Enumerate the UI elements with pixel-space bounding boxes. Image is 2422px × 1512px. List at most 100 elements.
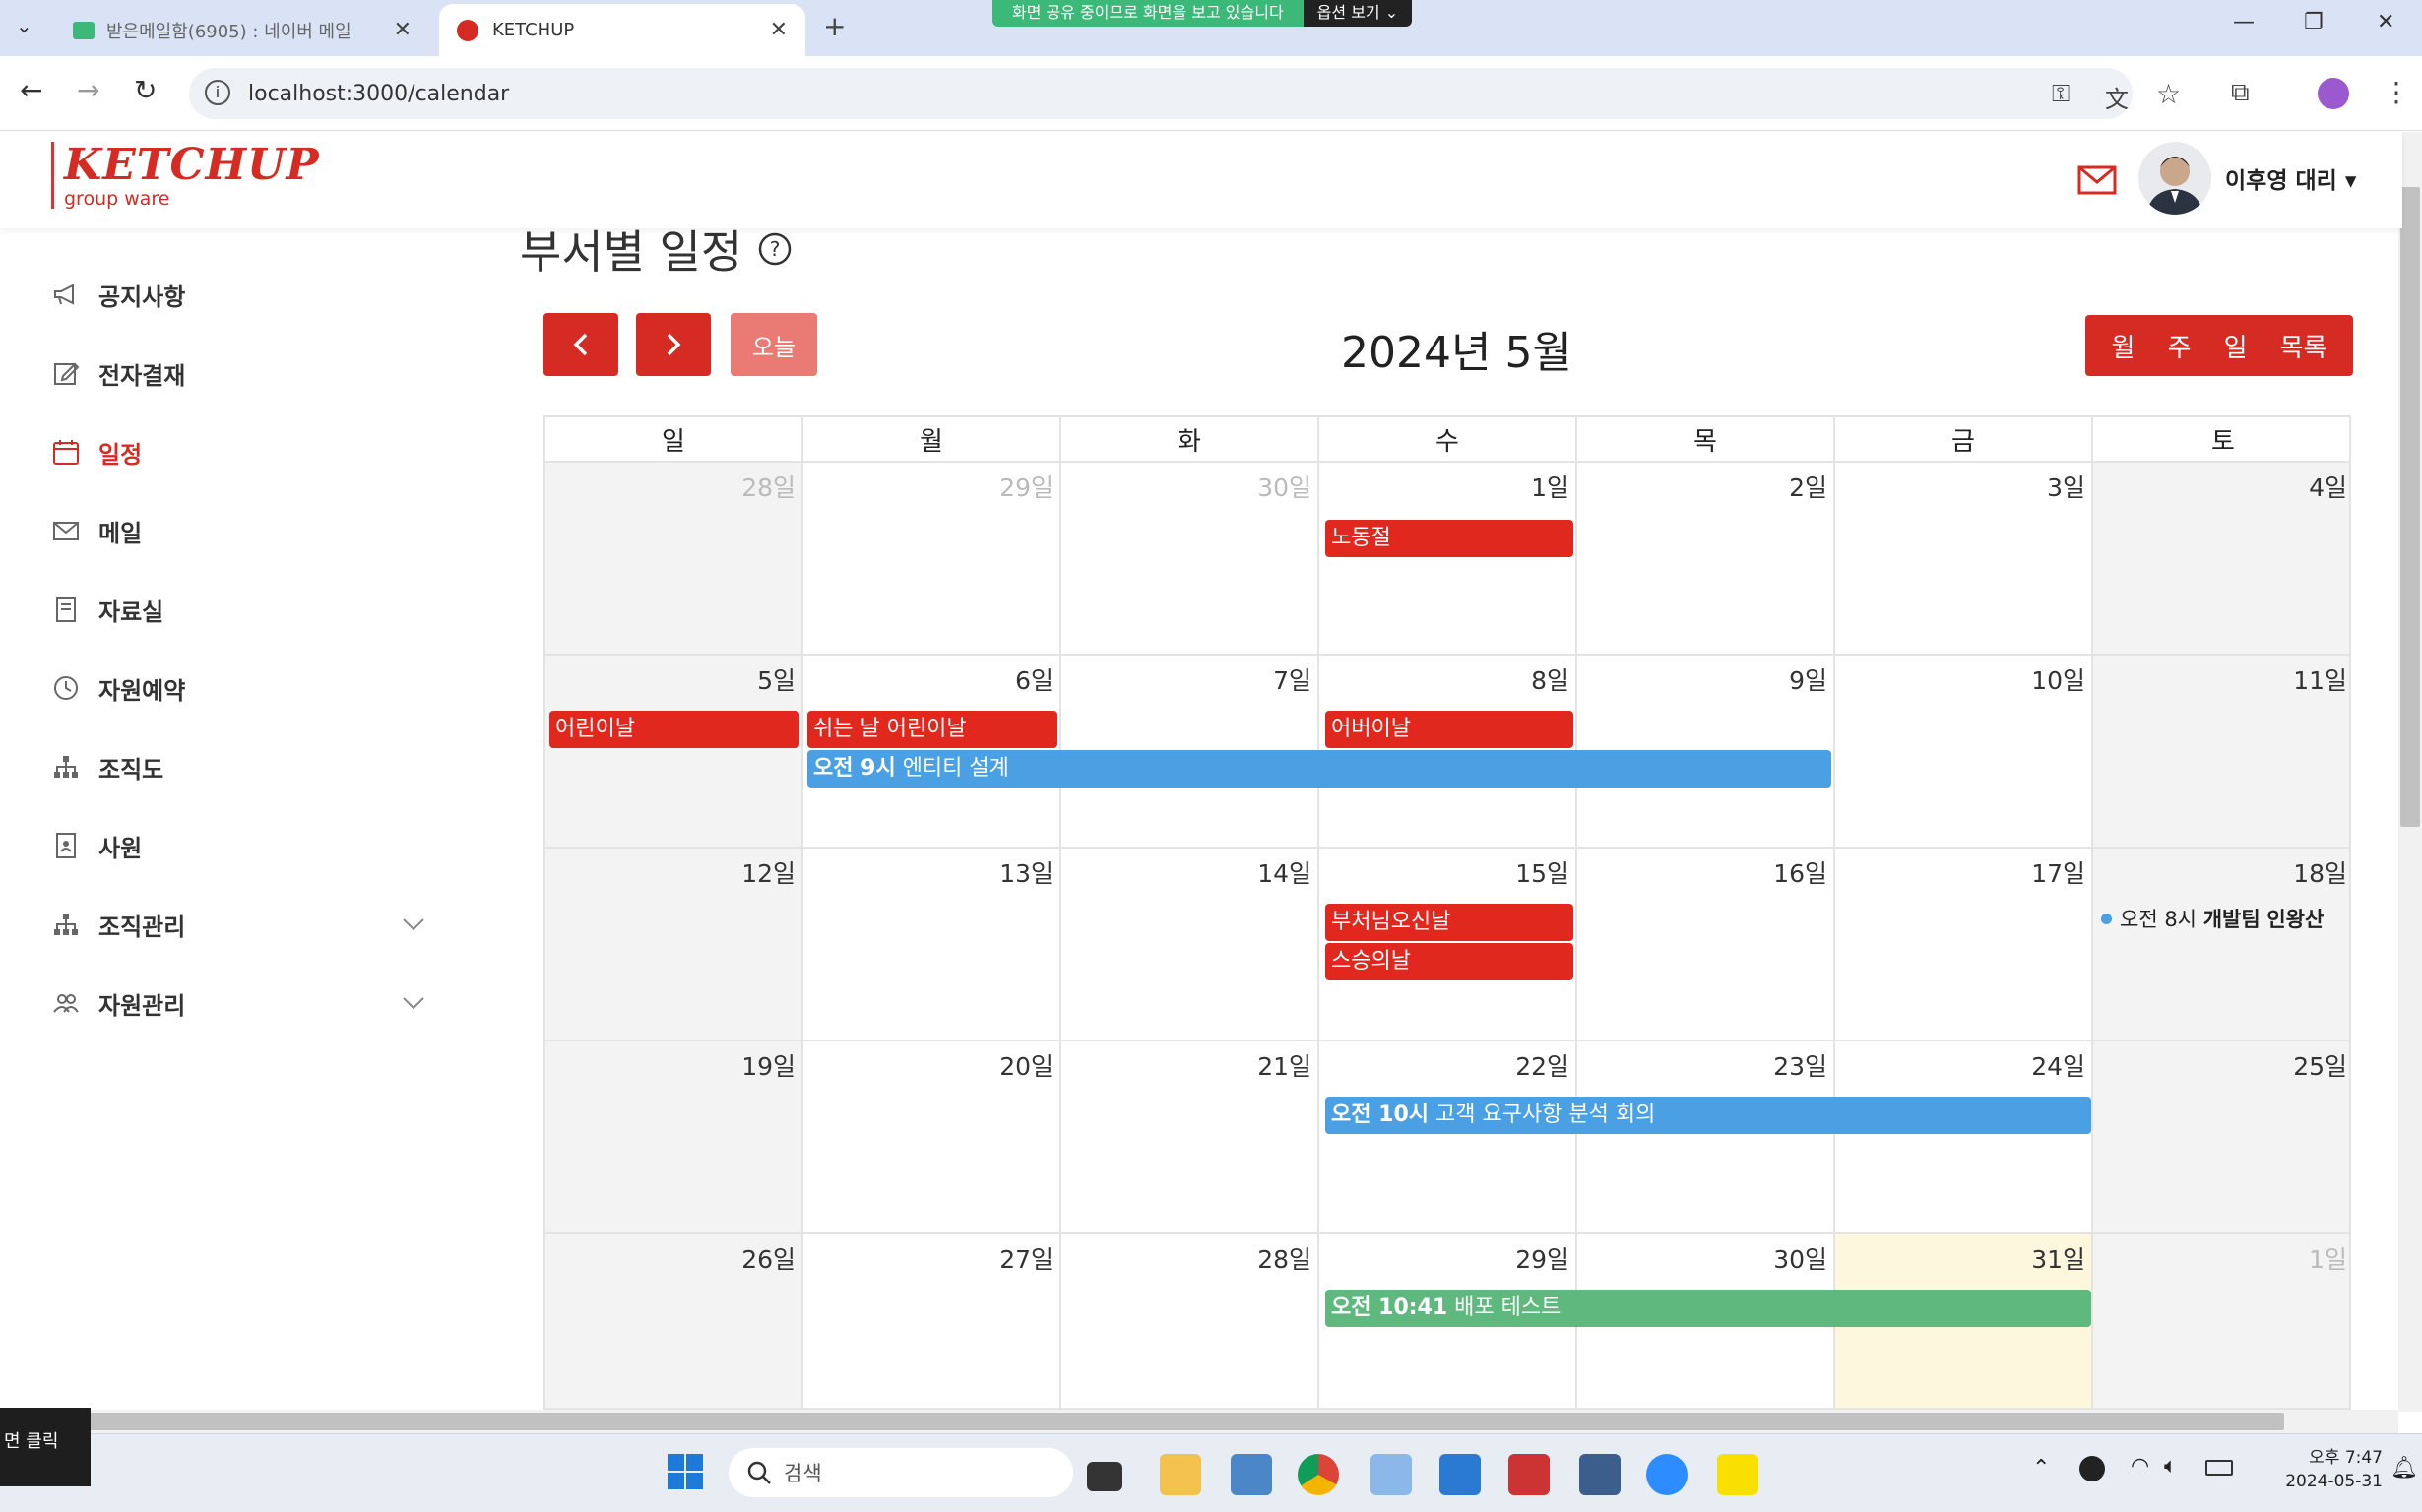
tab-close-icon[interactable]: ✕ <box>394 18 412 42</box>
new-tab-icon[interactable]: + <box>823 10 846 42</box>
volume-icon[interactable]: 🔈︎ <box>2164 1454 2177 1479</box>
notepad-icon[interactable] <box>1231 1454 1272 1495</box>
password-key-icon[interactable]: ⚿ <box>2052 80 2070 107</box>
sidebar-item-notice[interactable]: 공지사항 <box>51 270 425 319</box>
tab-ketchup[interactable]: KETCHUP ✕ <box>439 4 805 56</box>
wifi-icon[interactable]: ◠ <box>2131 1454 2149 1479</box>
event-dev-team-outing[interactable]: 오전 8시 개발팀 인왕산 <box>2101 904 2324 933</box>
vertical-scrollbar-thumb[interactable] <box>2400 187 2420 827</box>
view-list-button[interactable]: 목록 <box>2280 328 2327 364</box>
tray-app-icon[interactable] <box>2079 1456 2105 1481</box>
day-cell[interactable]: 1일 <box>1319 463 1577 656</box>
view-month-button[interactable]: 월 <box>2112 328 2135 364</box>
kakaotalk-icon[interactable] <box>1717 1454 1758 1495</box>
zoom-icon[interactable] <box>1646 1454 1688 1495</box>
sidebar-item-org-management[interactable]: 조직관리 <box>51 900 425 949</box>
day-cell[interactable]: 17일 <box>1835 849 2093 1041</box>
notification-bell-icon[interactable]: 🔔︎ <box>2390 1456 2418 1480</box>
bookmark-star-icon[interactable]: ☆ <box>2156 78 2181 110</box>
day-cell[interactable]: 28일 <box>1061 1234 1319 1408</box>
taskbar-search[interactable]: 검색 <box>729 1448 1073 1497</box>
sidebar-item-approval[interactable]: 전자결재 <box>51 348 425 398</box>
event-childrens-day[interactable]: 어린이날 <box>549 711 799 748</box>
day-cell[interactable]: 4일 <box>2093 463 2349 656</box>
intellij-icon[interactable] <box>1508 1454 1550 1495</box>
task-view-icon[interactable] <box>1087 1462 1122 1491</box>
day-cell[interactable]: 22일 <box>1319 1041 1577 1234</box>
profile-avatar-icon[interactable] <box>2318 78 2349 109</box>
day-cell[interactable]: 23일 <box>1577 1041 1835 1234</box>
sidebar-item-archive[interactable]: 자료실 <box>51 585 425 634</box>
forward-icon[interactable]: → <box>77 74 99 106</box>
user-name-dropdown[interactable]: 이후영 대리 ▾ <box>2225 161 2356 195</box>
extensions-icon[interactable]: ⧉ <box>2231 78 2250 108</box>
day-cell[interactable]: 21일 <box>1061 1041 1319 1234</box>
share-options-button[interactable]: 옵션 보기 ⌄ <box>1303 0 1413 27</box>
day-cell[interactable]: 19일 <box>545 1041 803 1234</box>
chevron-down-icon[interactable] <box>402 917 425 931</box>
day-cell[interactable]: 28일 <box>545 463 803 656</box>
snipping-tool-icon[interactable] <box>1370 1454 1412 1495</box>
prev-month-button[interactable] <box>543 313 618 376</box>
day-cell[interactable]: 29일 <box>803 463 1061 656</box>
event-parents-day[interactable]: 어버이날 <box>1325 711 1573 748</box>
taskbar-clock[interactable]: 오후 7:47 2024-05-31 <box>2255 1446 2383 1493</box>
file-explorer-icon[interactable] <box>1160 1454 1201 1495</box>
day-cell[interactable]: 27일 <box>803 1234 1061 1408</box>
reload-icon[interactable]: ↻ <box>134 74 157 106</box>
day-cell[interactable]: 18일 <box>2093 849 2349 1041</box>
tab-close-icon[interactable]: ✕ <box>770 18 788 42</box>
event-labor-day[interactable]: 노동절 <box>1325 520 1573 557</box>
site-info-icon[interactable]: i <box>205 80 230 105</box>
windows-start-icon[interactable] <box>666 1452 705 1491</box>
minimize-icon[interactable]: — <box>2233 10 2255 34</box>
today-button[interactable]: 오늘 <box>731 313 817 376</box>
window-close-icon[interactable]: ✕ <box>2377 10 2394 34</box>
mail-envelope-icon[interactable] <box>2077 165 2117 195</box>
day-cell[interactable]: 10일 <box>1835 656 2093 849</box>
day-cell[interactable]: 12일 <box>545 849 803 1041</box>
event-entity-design[interactable]: 오전 9시 엔티티 설계 <box>807 750 1831 788</box>
tab-naver-mail[interactable]: 받은메일함(6905) : 네이버 메일 ✕ <box>55 4 429 56</box>
tray-chevron-up-icon[interactable]: ⌃ <box>2032 1456 2050 1480</box>
vscode-icon[interactable] <box>1439 1454 1481 1495</box>
next-month-button[interactable] <box>636 313 711 376</box>
view-day-button[interactable]: 일 <box>2224 328 2248 364</box>
horizontal-scrollbar-thumb[interactable] <box>89 1413 2284 1430</box>
sidebar-item-resource-management[interactable]: 자원관리 <box>51 978 425 1028</box>
day-cell[interactable]: 13일 <box>803 849 1061 1041</box>
day-cell[interactable]: 1일 <box>2093 1234 2349 1408</box>
day-cell[interactable]: 5일 <box>545 656 803 849</box>
avatar[interactable] <box>2138 142 2211 215</box>
event-childrens-day-holiday[interactable]: 쉬는 날 어린이날 <box>807 711 1057 748</box>
sql-developer-icon[interactable] <box>1579 1454 1621 1495</box>
view-week-button[interactable]: 주 <box>2168 328 2192 364</box>
day-cell[interactable]: 14일 <box>1061 849 1319 1041</box>
day-cell[interactable]: 25일 <box>2093 1041 2349 1234</box>
chevron-down-icon[interactable] <box>402 996 425 1010</box>
day-cell[interactable]: 20일 <box>803 1041 1061 1234</box>
sidebar-item-schedule[interactable]: 일정 <box>51 427 425 476</box>
sidebar-item-mail[interactable]: 메일 <box>51 506 425 555</box>
day-cell[interactable]: 26일 <box>545 1234 803 1408</box>
address-field[interactable]: i localhost:3000/calendar <box>189 68 2133 119</box>
day-cell[interactable]: 2일 <box>1577 463 1835 656</box>
sidebar-item-org-chart[interactable]: 조직도 <box>51 742 425 791</box>
translate-icon[interactable]: 文 <box>2105 80 2129 114</box>
back-icon[interactable]: ← <box>20 74 42 106</box>
event-deploy-test[interactable]: 오전 10:41 배포 테스트 <box>1325 1290 2091 1327</box>
help-icon[interactable]: ? <box>758 232 792 266</box>
day-cell[interactable]: 11일 <box>2093 656 2349 849</box>
ketchup-logo[interactable]: KETCHUP group ware <box>51 142 320 209</box>
sidebar-item-reservation[interactable]: 자원예약 <box>51 663 425 713</box>
day-cell[interactable]: 3일 <box>1835 463 2093 656</box>
chrome-icon[interactable] <box>1298 1454 1339 1495</box>
day-cell[interactable]: 30일 <box>1061 463 1319 656</box>
day-cell[interactable]: 24일 <box>1835 1041 2093 1234</box>
restore-icon[interactable]: ❐ <box>2304 10 2324 34</box>
event-requirements-meeting[interactable]: 오전 10시 고객 요구사항 분석 회의 <box>1325 1097 2091 1134</box>
browser-menu-icon[interactable]: ⋮ <box>2383 76 2410 108</box>
event-teachers-day[interactable]: 스승의날 <box>1325 943 1573 980</box>
battery-icon[interactable] <box>2205 1460 2233 1476</box>
day-cell[interactable]: 16일 <box>1577 849 1835 1041</box>
